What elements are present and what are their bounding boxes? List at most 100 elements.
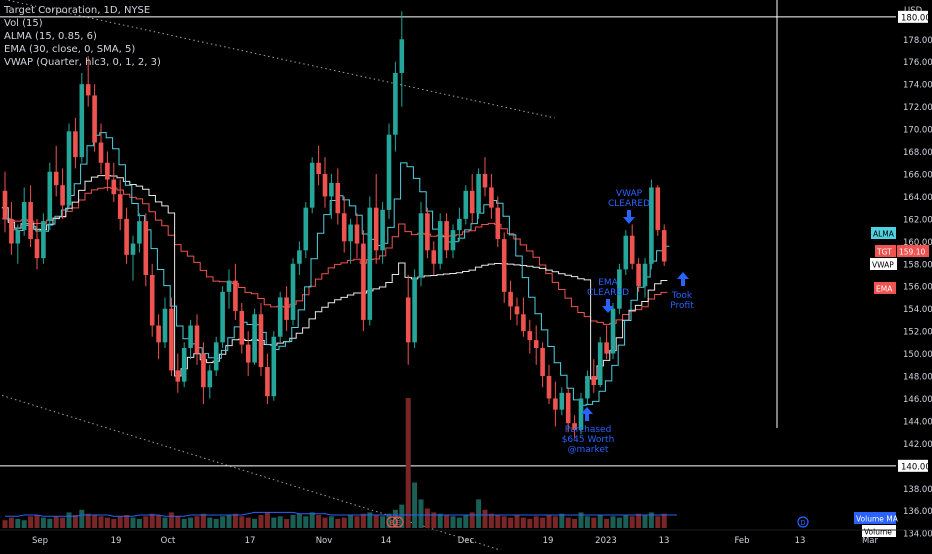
candle-body[interactable] — [34, 239, 40, 259]
candle-body[interactable] — [252, 314, 257, 363]
candle-body[interactable] — [444, 221, 449, 251]
candle-body[interactable] — [201, 353, 206, 388]
candle-body[interactable] — [21, 202, 27, 231]
candle-body[interactable] — [175, 370, 181, 382]
candle-body[interactable] — [501, 239, 507, 292]
candle-body[interactable] — [361, 243, 366, 320]
candle-body[interactable] — [655, 187, 661, 231]
candle-body[interactable] — [41, 221, 46, 259]
candle-body[interactable] — [425, 213, 430, 251]
candle-body[interactable] — [521, 314, 526, 332]
candle-body[interactable] — [373, 207, 379, 251]
candle-body[interactable] — [245, 344, 251, 363]
candle-body[interactable] — [213, 342, 219, 371]
candle-body[interactable] — [143, 221, 149, 275]
candle-body[interactable] — [105, 162, 110, 180]
candle-body[interactable] — [137, 221, 142, 244]
candle-body[interactable] — [450, 230, 456, 251]
candle-body[interactable] — [265, 367, 270, 397]
candle-body[interactable] — [290, 263, 296, 320]
candle-body[interactable] — [457, 218, 462, 231]
candle-body[interactable] — [591, 376, 597, 385]
candle-body[interactable] — [610, 308, 616, 354]
candle-body[interactable] — [66, 131, 72, 206]
candle-body[interactable] — [85, 84, 91, 96]
candle-body[interactable] — [322, 173, 328, 197]
candle-body[interactable] — [28, 202, 33, 240]
candle-body[interactable] — [393, 72, 398, 135]
candle-body[interactable] — [367, 207, 373, 320]
candle-body[interactable] — [303, 207, 309, 251]
price-chart[interactable]: VWAPCLEAREDEMACLEARED TookProfitPurchased… — [0, 0, 932, 554]
candle-body[interactable] — [297, 250, 302, 264]
candle-body[interactable] — [258, 314, 264, 368]
candle-body[interactable] — [437, 221, 443, 264]
legend-symbol-title[interactable]: Target Corporation, 1D, NYSE — [4, 4, 161, 17]
legend-ema[interactable]: EMA (30, close, 0, SMA, 5) — [4, 43, 161, 56]
candle-body[interactable] — [130, 243, 136, 255]
candle-body[interactable] — [188, 325, 193, 348]
candle-body[interactable] — [181, 347, 187, 382]
candle-body[interactable] — [597, 342, 603, 385]
candle-body[interactable] — [418, 213, 424, 278]
candle-body[interactable] — [553, 398, 558, 410]
candle-body[interactable] — [348, 224, 353, 242]
candle-body[interactable] — [661, 230, 667, 262]
candle-body[interactable] — [386, 134, 392, 210]
candle-body[interactable] — [508, 291, 513, 307]
candle-body[interactable] — [220, 291, 225, 343]
candle-body[interactable] — [629, 235, 635, 264]
candle-body[interactable] — [495, 207, 501, 240]
candle-body[interactable] — [309, 162, 315, 208]
candle-body[interactable] — [239, 310, 245, 345]
candle-body[interactable] — [156, 325, 161, 343]
candle-body[interactable] — [335, 182, 341, 214]
candle-body[interactable] — [405, 297, 411, 343]
candle-body[interactable] — [540, 347, 545, 377]
candle-body[interactable] — [47, 171, 53, 222]
legend-volume[interactable]: Vol (15) — [4, 17, 161, 30]
candle-body[interactable] — [162, 308, 168, 343]
candle-body[interactable] — [476, 173, 481, 214]
candle-body[interactable] — [412, 277, 417, 343]
candle-body[interactable] — [316, 162, 321, 174]
candle-body[interactable] — [482, 173, 488, 188]
candle-body[interactable] — [623, 235, 629, 270]
candle-body[interactable] — [79, 84, 85, 158]
candle-body[interactable] — [284, 297, 289, 320]
candle-body[interactable] — [111, 179, 117, 195]
candle-body[interactable] — [117, 194, 123, 219]
candle-body[interactable] — [207, 370, 213, 388]
candle-body[interactable] — [565, 392, 571, 424]
candle-body[interactable] — [559, 392, 565, 410]
candle-body[interactable] — [463, 190, 469, 219]
candle-body[interactable] — [60, 185, 65, 206]
candle-body[interactable] — [354, 224, 360, 244]
candle-body[interactable] — [489, 187, 494, 208]
candle-body[interactable] — [399, 39, 405, 73]
candle-body[interactable] — [546, 376, 552, 399]
candle-body[interactable] — [124, 218, 129, 255]
legend-vwap[interactable]: VWAP (Quarter, hlc3, 0, 1, 2, 3) — [4, 56, 161, 69]
candle-body[interactable] — [53, 171, 59, 186]
candle-body[interactable] — [604, 342, 609, 354]
candle-body[interactable] — [585, 376, 590, 399]
candle-body[interactable] — [98, 142, 104, 163]
legend-alma[interactable]: ALMA (15, 0.85, 6) — [4, 30, 161, 43]
candle-body[interactable] — [642, 263, 648, 287]
candle-body[interactable] — [469, 190, 475, 214]
candle-body[interactable] — [514, 306, 520, 315]
candle-body[interactable] — [169, 308, 174, 371]
candle-body[interactable] — [233, 280, 238, 311]
candle-body[interactable] — [636, 263, 641, 287]
candle-body[interactable] — [329, 182, 334, 197]
candle-body[interactable] — [431, 250, 437, 264]
candle-body[interactable] — [149, 275, 155, 326]
candle-body[interactable] — [527, 331, 533, 341]
candle-body[interactable] — [9, 218, 14, 244]
candle-body[interactable] — [380, 209, 385, 251]
candle-body[interactable] — [341, 213, 347, 242]
candle-body[interactable] — [15, 230, 21, 244]
candle-body[interactable] — [2, 190, 8, 219]
candle-body[interactable] — [194, 325, 200, 354]
